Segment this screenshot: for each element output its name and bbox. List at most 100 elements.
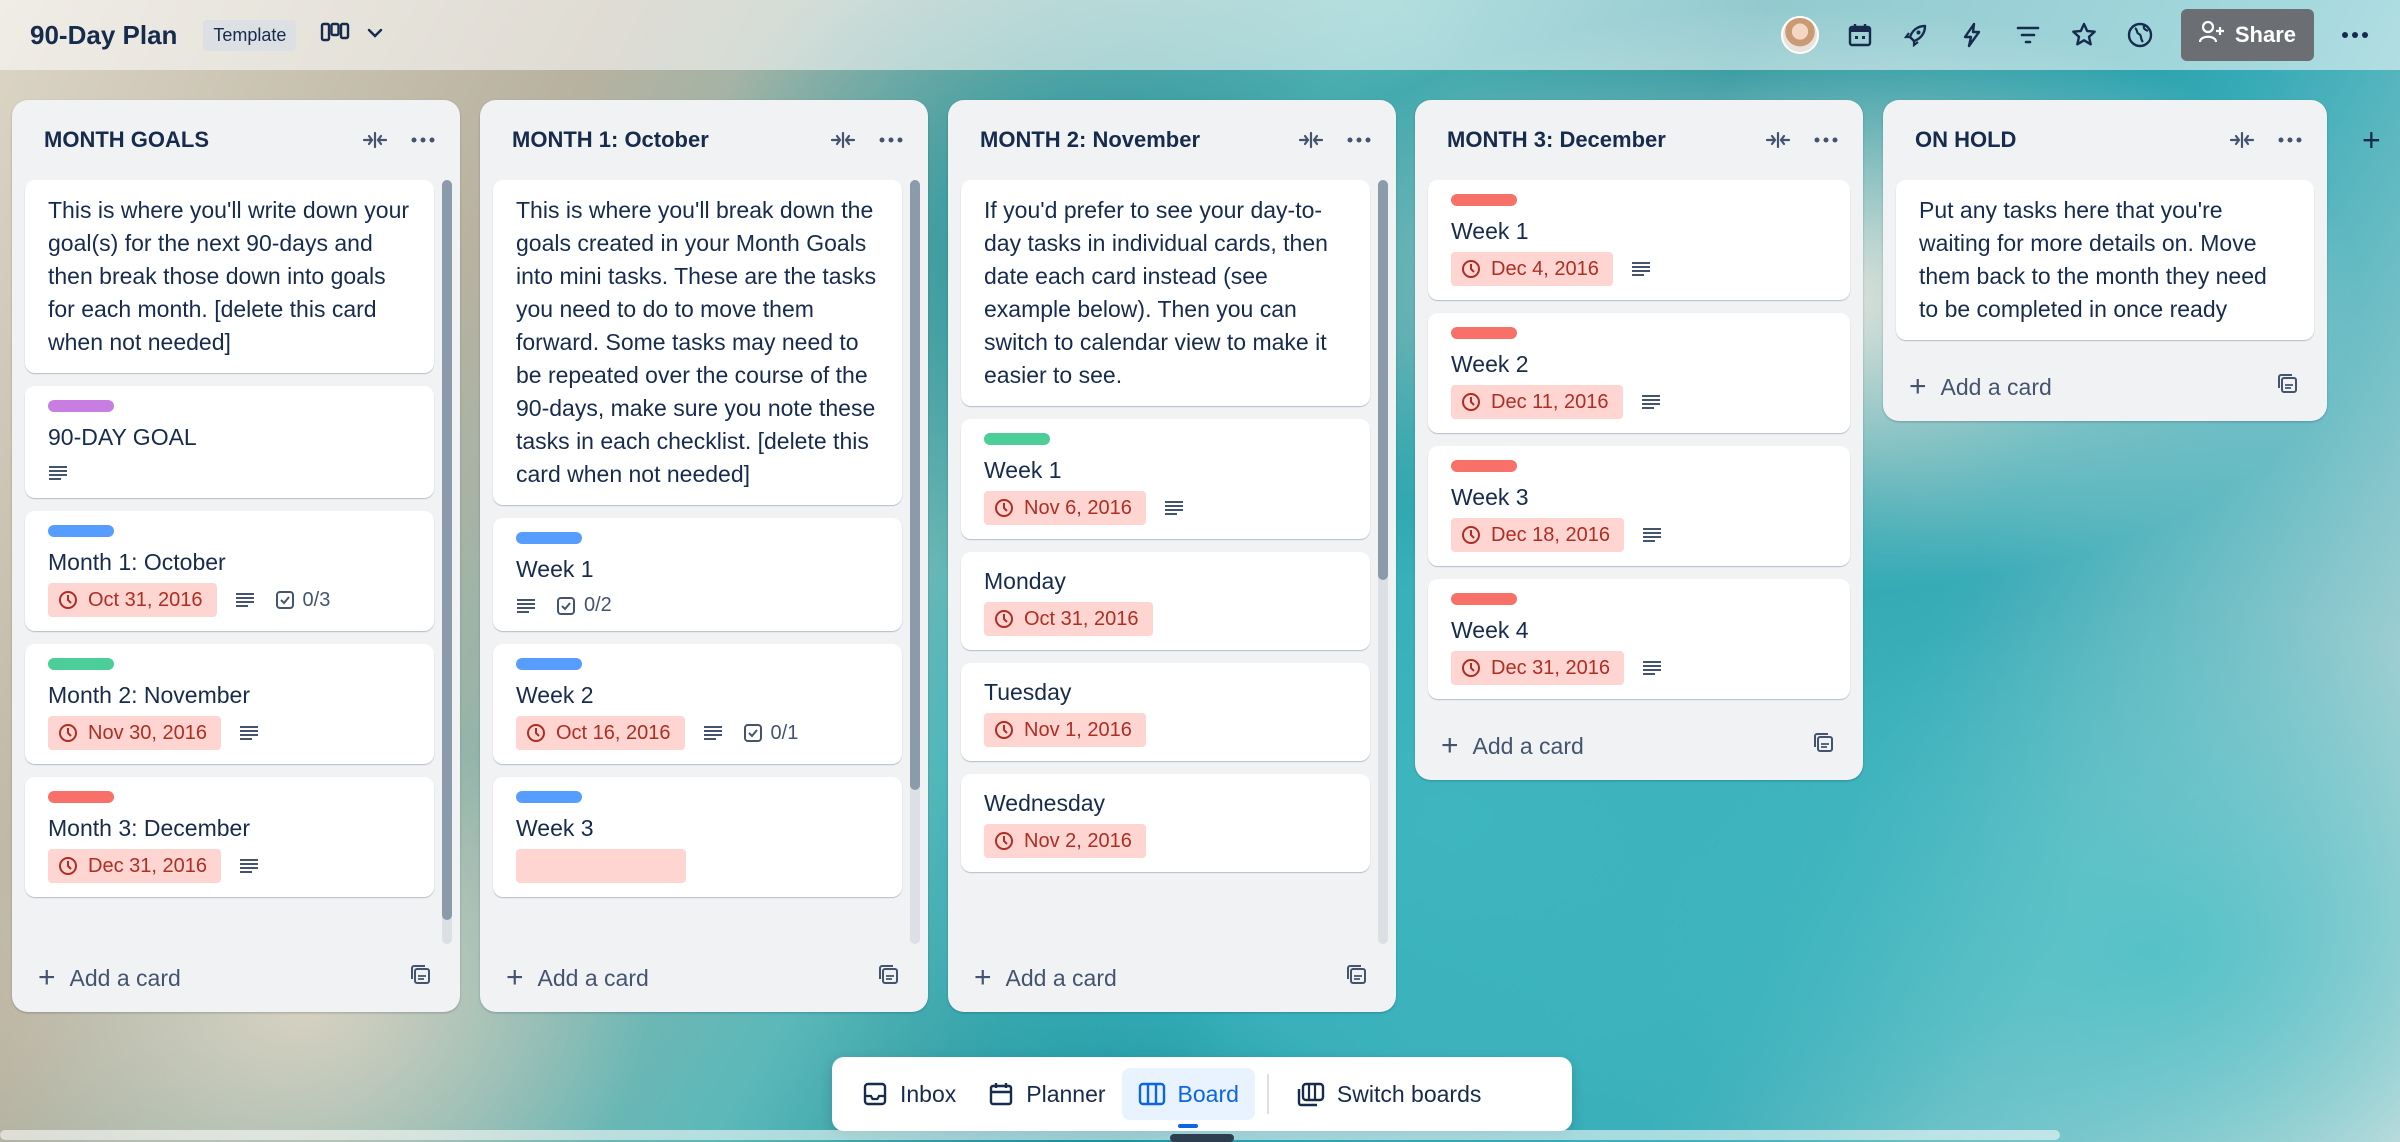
- card[interactable]: Week 3 Dec 18, 2016: [1428, 446, 1850, 566]
- due-date-badge[interactable]: Oct 31, 2016: [984, 602, 1153, 636]
- scrollbar-thumb[interactable]: [1378, 180, 1388, 580]
- view-switcher[interactable]: [320, 21, 386, 50]
- card-label-red: [1451, 327, 1517, 339]
- due-date-badge[interactable]: Nov 30, 2016: [48, 716, 221, 750]
- more-icon[interactable]: [2340, 20, 2370, 50]
- card[interactable]: Week 2 Oct 16, 2016 0/1: [493, 644, 902, 764]
- list-title[interactable]: MONTH 1: October: [512, 127, 810, 153]
- rocket-icon[interactable]: [1901, 20, 1931, 50]
- inbox-button[interactable]: Inbox: [846, 1068, 972, 1120]
- template-icon[interactable]: [2277, 373, 2299, 401]
- collapse-icon[interactable]: [2227, 125, 2257, 155]
- due-date-text: Dec 31, 2016: [88, 854, 207, 877]
- due-date-badge[interactable]: Nov 6, 2016: [984, 491, 1146, 525]
- list-title[interactable]: MONTH 2: November: [980, 127, 1278, 153]
- card[interactable]: Month 1: October Oct 31, 2016 0/3: [25, 511, 434, 631]
- add-card-button[interactable]: + Add a card: [1415, 712, 1863, 780]
- card[interactable]: 90-DAY GOAL: [25, 386, 434, 498]
- list-title[interactable]: MONTH GOALS: [44, 127, 342, 153]
- due-date-badge[interactable]: Nov 2, 2016: [984, 824, 1146, 858]
- card[interactable]: Week 1 Nov 6, 2016: [961, 419, 1370, 539]
- scrollbar-thumb[interactable]: [442, 180, 452, 920]
- template-icon[interactable]: [1346, 964, 1368, 992]
- due-date-badge[interactable]: Dec 18, 2016: [1451, 518, 1624, 552]
- list-month-goals[interactable]: MONTH GOALS This is where you'll write d…: [12, 100, 460, 1012]
- card-title: 90-DAY GOAL: [48, 424, 197, 450]
- lightning-icon[interactable]: [1957, 20, 1987, 50]
- card-label-blue: [516, 532, 582, 544]
- due-date-badge[interactable]: Dec 4, 2016: [1451, 252, 1613, 286]
- chevron-down-icon[interactable]: [364, 22, 386, 49]
- plus-icon: +: [1909, 370, 1927, 403]
- card[interactable]: Month 2: November Nov 30, 2016: [25, 644, 434, 764]
- card[interactable]: Tuesday Nov 1, 2016: [961, 663, 1370, 761]
- card-label-blue: [48, 525, 114, 537]
- add-card-button[interactable]: + Add a card: [948, 944, 1396, 1012]
- card[interactable]: Week 3: [493, 777, 902, 897]
- card[interactable]: Week 4 Dec 31, 2016: [1428, 579, 1850, 699]
- more-icon[interactable]: [408, 125, 438, 155]
- card-title: Wednesday: [984, 790, 1106, 816]
- board-button[interactable]: Board: [1121, 1068, 1255, 1128]
- due-date-text: Nov 2, 2016: [1024, 829, 1132, 852]
- card[interactable]: Week 1 Dec 4, 2016: [1428, 180, 1850, 300]
- template-icon[interactable]: [1813, 732, 1835, 760]
- scrollbar-thumb[interactable]: [910, 180, 920, 790]
- avatar[interactable]: [1780, 16, 1819, 54]
- checklist-count: 0/1: [770, 721, 799, 744]
- add-card-button[interactable]: + Add a card: [1883, 353, 2327, 421]
- list-on-hold[interactable]: ON HOLD Put any tasks here that you're w…: [1883, 100, 2327, 421]
- globe-icon[interactable]: [2125, 20, 2155, 50]
- list-month-2-november[interactable]: MONTH 2: November If you'd prefer to see…: [948, 100, 1396, 1012]
- list-title[interactable]: ON HOLD: [1915, 127, 2209, 153]
- template-icon[interactable]: [878, 964, 900, 992]
- list-title[interactable]: MONTH 3: December: [1447, 127, 1745, 153]
- add-card-button[interactable]: + Add a card: [480, 944, 928, 1012]
- planner-button[interactable]: Planner: [972, 1068, 1121, 1120]
- more-icon[interactable]: [2275, 125, 2305, 155]
- collapse-icon[interactable]: [828, 125, 858, 155]
- star-icon[interactable]: [2069, 20, 2099, 50]
- due-date-badge[interactable]: Oct 16, 2016: [516, 716, 685, 750]
- more-icon[interactable]: [876, 125, 906, 155]
- list-month-1-october[interactable]: MONTH 1: October This is where you'll br…: [480, 100, 928, 1012]
- due-date-badge[interactable]: Nov 1, 2016: [984, 713, 1146, 747]
- due-date-badge[interactable]: Dec 31, 2016: [48, 849, 221, 883]
- card[interactable]: This is where you'll write down your goa…: [25, 180, 434, 373]
- add-list-button[interactable]: +: [2362, 122, 2381, 159]
- board-title[interactable]: 90-Day Plan: [30, 20, 177, 51]
- card[interactable]: If you'd prefer to see your day-to-day t…: [961, 180, 1370, 406]
- clock-icon: [1462, 393, 1480, 411]
- share-button[interactable]: Share: [2180, 9, 2314, 61]
- board-view-icon[interactable]: [320, 21, 350, 50]
- card-list: If you'd prefer to see your day-to-day t…: [948, 180, 1396, 944]
- description-icon: [239, 722, 261, 744]
- due-date-badge[interactable]: [516, 849, 686, 883]
- more-icon[interactable]: [1811, 125, 1841, 155]
- clock-icon: [995, 499, 1013, 517]
- collapse-icon[interactable]: [1763, 125, 1793, 155]
- card[interactable]: Month 3: December Dec 31, 2016: [25, 777, 434, 897]
- collapse-icon[interactable]: [1296, 125, 1326, 155]
- due-date-badge[interactable]: Oct 31, 2016: [48, 583, 217, 617]
- collapse-icon[interactable]: [360, 125, 390, 155]
- template-icon[interactable]: [410, 964, 432, 992]
- card[interactable]: Monday Oct 31, 2016: [961, 552, 1370, 650]
- card-label-purple: [48, 400, 114, 412]
- calendar-icon[interactable]: [1845, 20, 1875, 50]
- due-date-badge[interactable]: Dec 31, 2016: [1451, 651, 1624, 685]
- filter-icon[interactable]: [2013, 20, 2043, 50]
- card[interactable]: Week 2 Dec 11, 2016: [1428, 313, 1850, 433]
- due-date-badge[interactable]: Dec 11, 2016: [1451, 385, 1623, 419]
- card-title: Week 3: [1451, 484, 1529, 510]
- card-title: Week 2: [516, 682, 594, 708]
- card[interactable]: Week 1 0/2: [493, 518, 902, 631]
- list-month-3-december[interactable]: MONTH 3: December Week 1 Dec 4, 2016 Wee…: [1415, 100, 1863, 780]
- card[interactable]: Put any tasks here that you're waiting f…: [1896, 180, 2314, 340]
- card[interactable]: This is where you'll break down the goal…: [493, 180, 902, 505]
- more-icon[interactable]: [1344, 125, 1374, 155]
- card[interactable]: Wednesday Nov 2, 2016: [961, 774, 1370, 872]
- horizontal-scrollbar-thumb[interactable]: [0, 1130, 2060, 1140]
- add-card-button[interactable]: + Add a card: [12, 944, 460, 1012]
- switch-boards-button[interactable]: Switch boards: [1281, 1068, 1497, 1120]
